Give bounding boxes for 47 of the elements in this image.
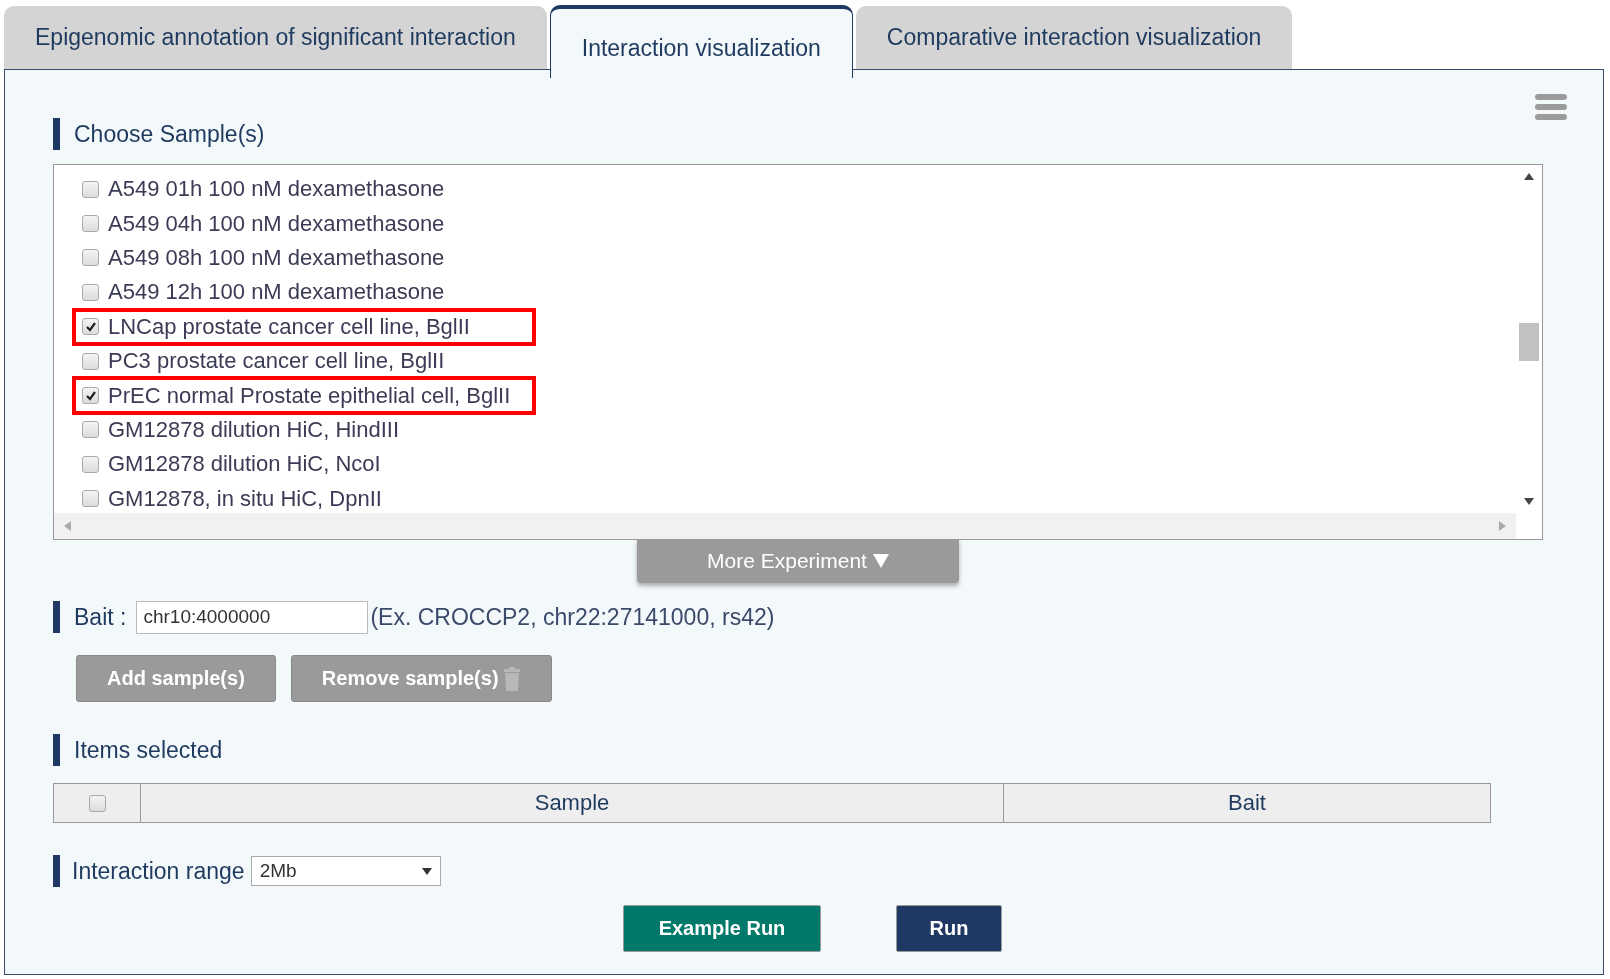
checkbox[interactable] <box>82 352 99 370</box>
checkbox[interactable] <box>82 387 99 405</box>
sample-label: GM12878 dilution HiC, HindIII <box>108 416 400 443</box>
section-marker <box>53 601 60 633</box>
horizontal-scrollbar[interactable] <box>54 513 1516 539</box>
scroll-right-icon[interactable] <box>1499 521 1506 531</box>
sample-label: A549 12h 100 nM dexamethasone <box>108 279 445 306</box>
scroll-up-icon[interactable] <box>1524 173 1534 180</box>
section-marker <box>53 855 60 887</box>
checkbox[interactable] <box>82 421 99 439</box>
sample-label: A549 04h 100 nM dexamethasone <box>108 210 445 237</box>
checkbox[interactable] <box>82 490 99 508</box>
sample-label: PrEC normal Prostate epithelial cell, BglII <box>108 382 511 409</box>
checkbox[interactable] <box>82 180 99 198</box>
dropdown-caret-icon <box>421 867 432 875</box>
section-heading: Items selected <box>74 736 223 764</box>
sample-label: A549 01h 100 nM dexamethasone <box>108 176 445 203</box>
checkbox[interactable] <box>82 318 99 336</box>
checkbox[interactable] <box>82 249 99 267</box>
sample-label: A549 08h 100 nM dexamethasone <box>108 244 445 271</box>
select-all-checkbox[interactable] <box>88 794 106 812</box>
sample-label: GM12878, in situ HiC, DpnII <box>108 485 382 512</box>
range-dropdown[interactable]: 2Mb <box>250 856 441 886</box>
scroll-down-icon[interactable] <box>1524 498 1534 505</box>
range-label: Interaction range <box>72 857 245 885</box>
run-button[interactable]: Run <box>896 905 1002 952</box>
bait-label: Bait : <box>74 603 127 631</box>
tab[interactable]: Comparative interaction visualization <box>855 6 1293 69</box>
bait-input[interactable]: chr10:4000000 <box>136 600 369 634</box>
section-heading: Choose Sample(s) <box>74 120 265 148</box>
checkbox[interactable] <box>82 215 99 233</box>
scroll-left-icon[interactable] <box>64 521 71 531</box>
checkbox[interactable] <box>82 283 99 301</box>
sample-label: PC3 prostate cancer cell line, BglII <box>108 348 445 375</box>
tab[interactable]: Epigenomic annotation of significant interaction <box>4 6 547 69</box>
triangle-down-icon <box>872 554 889 568</box>
scrollbar-thumb[interactable] <box>1519 323 1539 361</box>
checkbox[interactable] <box>82 455 99 473</box>
tab[interactable]: Interaction visualization <box>549 5 853 78</box>
bait-example: (Ex. CROCCP2, chr22:27141000, rs42) <box>370 603 775 631</box>
example-run-button[interactable]: Example Run <box>623 905 821 952</box>
section-marker <box>53 734 60 766</box>
section-marker <box>53 118 60 150</box>
sample-label: LNCap prostate cancer cell line, BglII <box>108 313 470 340</box>
trash-icon <box>502 666 521 691</box>
menu-icon[interactable] <box>1535 94 1567 120</box>
sample-label: GM12878 dilution HiC, NcoI <box>108 451 381 478</box>
